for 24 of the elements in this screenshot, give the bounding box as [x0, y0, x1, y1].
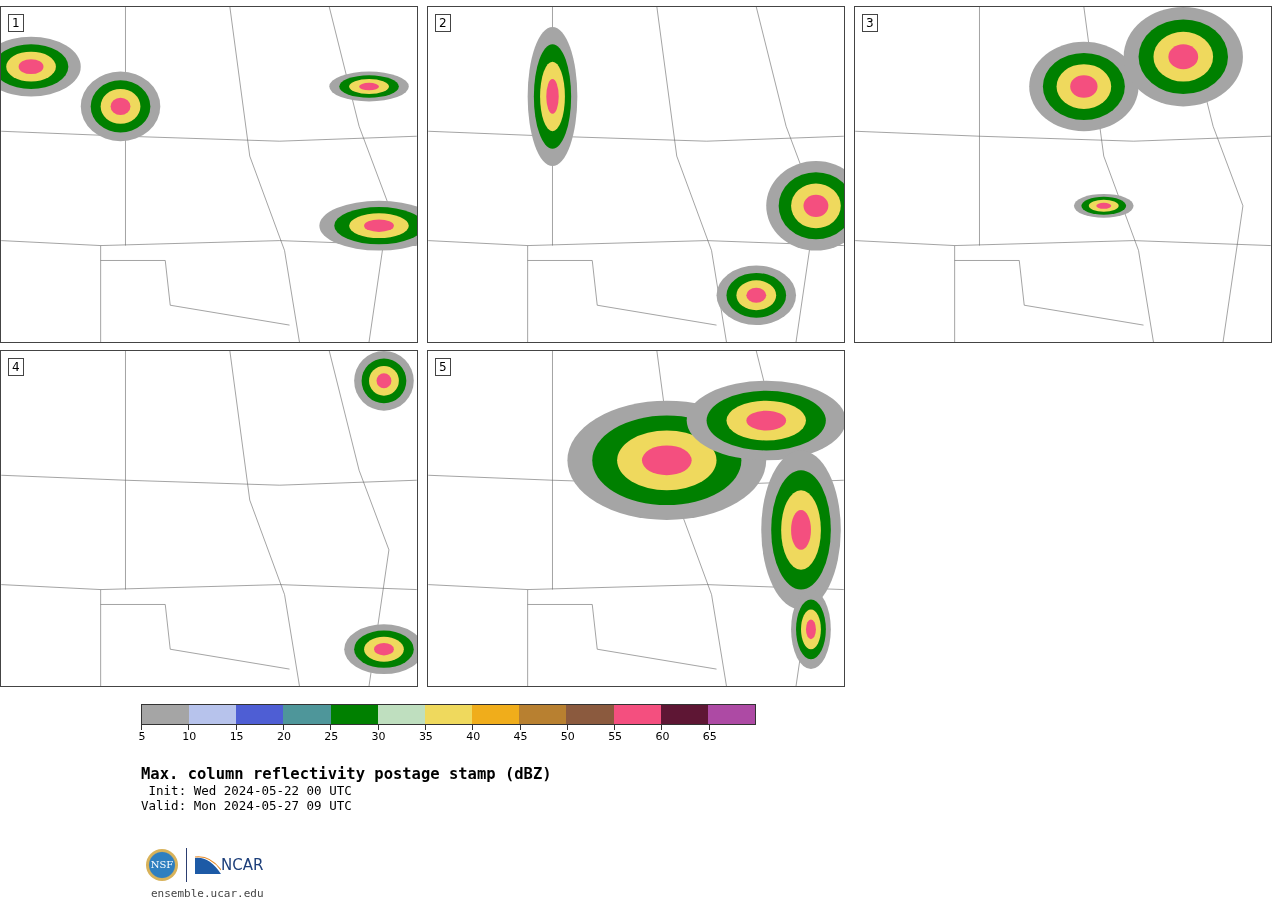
init-time: Init: Wed 2024-05-22 00 UTC	[147, 783, 353, 798]
tick-label: 35	[418, 730, 433, 743]
tick-label: 15	[229, 730, 244, 743]
tick-label: 60	[655, 730, 670, 743]
tick-label: 55	[608, 730, 623, 743]
panel-number: 3	[862, 14, 878, 32]
panel-number: 4	[8, 358, 24, 376]
tick-label: 25	[324, 730, 339, 743]
ncar-logo: NCAR	[195, 856, 264, 874]
tick-label: 45	[513, 730, 528, 743]
panel-number: 2	[435, 14, 451, 32]
tick-label: 65	[702, 730, 717, 743]
panel-number: 5	[435, 358, 451, 376]
panel-number: 1	[8, 14, 24, 32]
chart-title: Max. column reflectivity postage stamp (dBZ)	[141, 765, 553, 783]
tick-label: 20	[276, 730, 291, 743]
tick-label: 40	[466, 730, 481, 743]
valid-time: Valid: Mon 2024-05-27 09 UTC	[141, 798, 353, 813]
tick-label: 10	[182, 730, 197, 743]
website-url: ensemble.ucar.edu	[151, 887, 265, 900]
tick-label: 50	[560, 730, 575, 743]
tick-label: 5	[138, 730, 146, 743]
tick-label: 30	[371, 730, 386, 743]
nsf-logo: NSF	[146, 849, 178, 881]
